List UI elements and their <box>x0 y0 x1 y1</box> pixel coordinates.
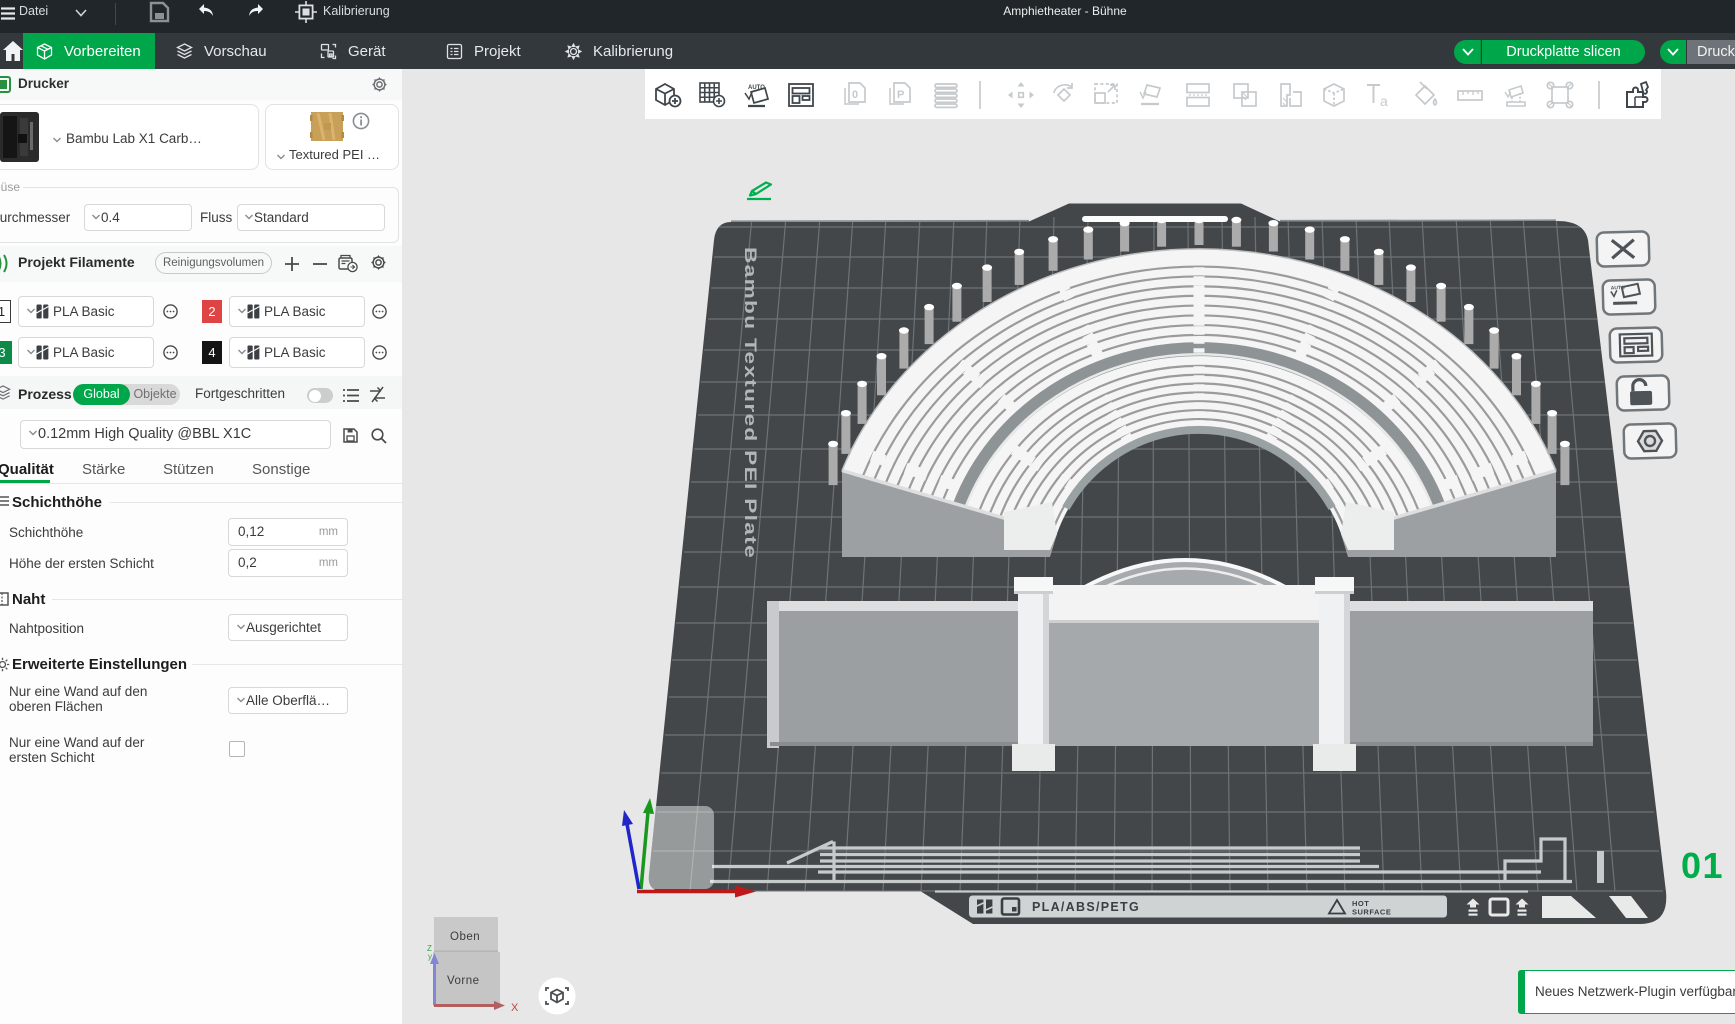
svg-text:X: X <box>511 1002 519 1014</box>
svg-text:SURFACE: SURFACE <box>1352 908 1391 917</box>
svg-text:y: y <box>428 952 432 961</box>
svg-text:Oben: Oben <box>450 931 480 943</box>
svg-text:01: 01 <box>1681 845 1724 886</box>
svg-text:PLA/ABS/PETG: PLA/ABS/PETG <box>1032 900 1140 914</box>
svg-text:Vorne: Vorne <box>447 975 480 987</box>
svg-text:Bambu Textured PEI Plate: Bambu Textured PEI Plate <box>741 247 760 559</box>
svg-text:AUTO: AUTO <box>1611 285 1625 291</box>
